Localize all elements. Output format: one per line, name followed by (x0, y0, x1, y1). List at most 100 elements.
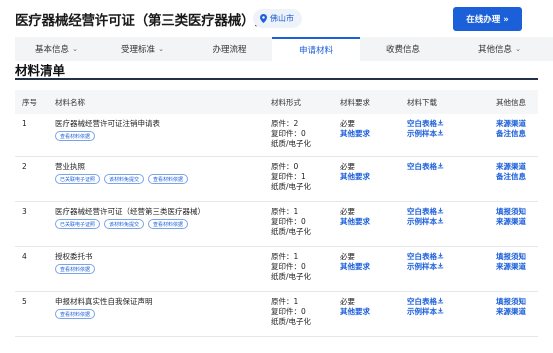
download-link[interactable]: 空白表格 (407, 252, 444, 262)
download-label: 示例样本 (407, 262, 437, 271)
download-icon (437, 307, 444, 314)
other-requirements-link[interactable]: 其他要求 (340, 217, 370, 227)
download-link[interactable]: 示例样本 (407, 307, 444, 317)
tab-item[interactable]: 收费信息 (360, 37, 446, 61)
material-tag-button[interactable]: 已关联电子证照 (55, 219, 101, 229)
material-downloads: 空白表格 (407, 162, 444, 172)
other-info: 来源渠道 备注信息 (496, 119, 526, 139)
row-index: 2 (22, 162, 27, 171)
tab-item[interactable]: 受理标准 ⌄ (98, 37, 187, 61)
form-line: 纸质/电子化 (271, 139, 312, 148)
form-line: 原件：2 (271, 119, 299, 128)
material-name: 医疗器械经营许可证注销申请表 (55, 119, 160, 128)
material-form: 原件：2 复印件：0 纸质/电子化 (271, 119, 311, 149)
page-title: 医疗器械经营许可证（第三类医疗器械）注销 (15, 13, 281, 29)
download-label: 空白表格 (407, 207, 437, 216)
chevron-down-icon: ⌄ (72, 45, 78, 53)
other-info-link[interactable]: 填报须知 (496, 207, 526, 217)
material-tag-button[interactable]: 已关联电子证照 (55, 174, 101, 184)
download-link[interactable]: 空白表格 (407, 297, 444, 307)
form-line: 纸质/电子化 (271, 182, 312, 191)
location-pin-icon (260, 14, 267, 23)
download-icon (437, 129, 444, 136)
other-requirements-link[interactable]: 其他要求 (340, 307, 370, 317)
tab-label: 收费信息 (385, 45, 420, 55)
download-link[interactable]: 空白表格 (407, 207, 444, 217)
material-downloads: 空白表格 示例样本 (407, 252, 444, 272)
other-info-link[interactable]: 填报须知 (496, 297, 526, 307)
tab-item[interactable]: 基本信息 ⌄ (15, 37, 98, 61)
requirement-label: 必要 (340, 297, 355, 306)
other-info-link[interactable]: 备注信息 (496, 172, 526, 182)
other-info: 填报须知 来源渠道 (496, 252, 526, 272)
form-line: 原件：1 (271, 297, 299, 306)
other-info-link[interactable]: 来源渠道 (496, 119, 526, 129)
material-tag-button[interactable]: 查看材料依据 (55, 131, 96, 141)
tab-item[interactable]: 其他信息 ⌄ (446, 37, 553, 61)
material-name: 授权委托书 (55, 252, 93, 261)
download-link[interactable]: 示例样本 (407, 217, 444, 227)
tab-item[interactable]: 申请材料 (272, 37, 360, 61)
form-line: 复印件：0 (271, 217, 306, 226)
tab-item[interactable]: 办理流程 (187, 37, 272, 61)
download-icon (437, 217, 444, 224)
download-label: 示例样本 (407, 217, 437, 226)
download-label: 示例样本 (407, 129, 437, 138)
tab-label: 受理标准 (121, 45, 156, 55)
chevron-down-icon: ⌄ (515, 45, 521, 53)
table-row: 5 申报材料真实性自我保证声明 查看材料依据 原件：1 复印件：0 纸质/电子化 必要 其他要… (15, 292, 538, 337)
material-tags: 查看材料依据 (55, 264, 96, 274)
download-link[interactable]: 示例样本 (407, 262, 444, 272)
material-tag-button[interactable]: 该材料免提交 (104, 219, 145, 229)
table-row: 4 授权委托书 查看材料依据 原件：1 复印件：0 纸质/电子化 必要 其他要求 空白表格 示例样… (15, 247, 538, 292)
other-requirements-link[interactable]: 其他要求 (340, 172, 370, 182)
online-apply-button[interactable]: 在线办理 » (453, 7, 522, 31)
row-index: 5 (22, 297, 27, 306)
material-tag-button[interactable]: 查看材料依据 (148, 219, 189, 229)
other-info-link[interactable]: 填报须知 (496, 252, 526, 262)
material-tags: 已关联电子证照 该材料免提交 查看材料依据 (55, 219, 189, 229)
requirement-label: 必要 (340, 162, 355, 171)
download-icon (437, 162, 444, 169)
other-info-link[interactable]: 来源渠道 (496, 262, 526, 272)
material-tag-button[interactable]: 查看材料依据 (148, 174, 189, 184)
table-row: 3 医疗器械经营许可证（经营第三类医疗器械） 已关联电子证照 该材料免提交 查看材料依据… (15, 202, 538, 247)
section-title: 材料清单 (15, 63, 66, 78)
material-requirement: 必要 其他要求 (340, 162, 370, 182)
material-name: 医疗器械经营许可证（经营第三类医疗器械） (55, 207, 205, 216)
other-info-link[interactable]: 备注信息 (496, 129, 526, 139)
other-info-link[interactable]: 来源渠道 (496, 307, 526, 317)
material-tag-button[interactable]: 该材料免提交 (104, 174, 145, 184)
form-line: 纸质/电子化 (271, 272, 312, 281)
material-tag-button[interactable]: 查看材料依据 (55, 264, 96, 274)
tab-bar: 基本信息 ⌄ 受理标准 ⌄ 办理流程 申请材料 收费信息 其他信息 ⌄ (15, 37, 553, 61)
material-form: 原件：0 复印件：1 纸质/电子化 (271, 162, 311, 192)
material-requirement: 必要 其他要求 (340, 252, 370, 272)
requirement-label: 必要 (340, 207, 355, 216)
other-requirements-link[interactable]: 其他要求 (340, 129, 370, 139)
other-requirements-link[interactable]: 其他要求 (340, 262, 370, 272)
form-line: 复印件：0 (271, 307, 306, 316)
download-link[interactable]: 空白表格 (407, 162, 444, 172)
location-selector[interactable]: 佛山市 (253, 9, 302, 28)
form-line: 复印件：0 (271, 129, 306, 138)
chevron-down-icon: ⌄ (158, 45, 164, 53)
download-link[interactable]: 示例样本 (407, 129, 444, 139)
material-name: 营业执照 (55, 162, 85, 171)
download-label: 空白表格 (407, 252, 437, 261)
download-label: 示例样本 (407, 307, 437, 316)
material-form: 原件：1 复印件：0 纸质/电子化 (271, 297, 311, 327)
download-icon (437, 297, 444, 304)
download-link[interactable]: 空白表格 (407, 119, 444, 129)
other-info-link[interactable]: 来源渠道 (496, 217, 526, 227)
material-tag-button[interactable]: 查看材料依据 (55, 309, 96, 319)
requirement-label: 必要 (340, 119, 355, 128)
material-form: 原件：1 复印件：0 纸质/电子化 (271, 252, 311, 282)
other-info: 来源渠道 备注信息 (496, 162, 526, 182)
other-info-link[interactable]: 来源渠道 (496, 162, 526, 172)
location-label: 佛山市 (270, 14, 294, 23)
material-downloads: 空白表格 示例样本 (407, 297, 444, 317)
material-name: 申报材料真实性自我保证声明 (55, 297, 153, 306)
material-form: 原件：1 复印件：0 纸质/电子化 (271, 207, 311, 237)
download-label: 空白表格 (407, 162, 437, 171)
